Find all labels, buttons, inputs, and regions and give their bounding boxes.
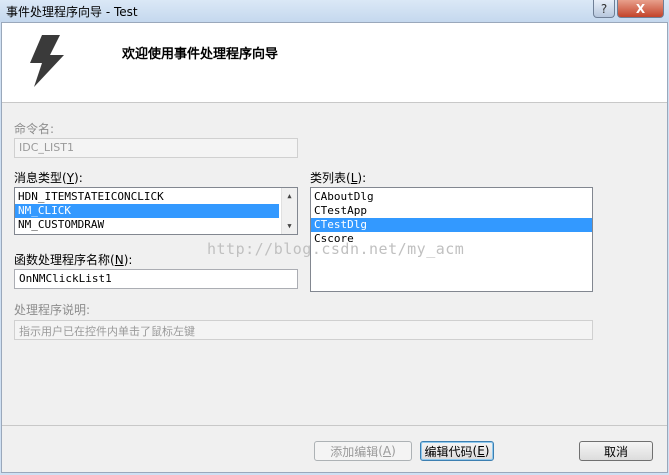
command-name-field: IDC_LIST1 xyxy=(14,138,298,158)
list-item[interactable]: NM_CLICK xyxy=(15,204,279,218)
class-list-label: 类列表(L): xyxy=(310,171,367,185)
command-name-label: 命令名: xyxy=(14,122,55,136)
footer-divider xyxy=(2,425,667,426)
edit-code-label: 编辑代码 xyxy=(424,444,473,459)
message-type-label: 消息类型(Y): xyxy=(14,171,83,185)
list-item[interactable]: CTestDlg xyxy=(311,218,592,232)
description-label: 处理程序说明: xyxy=(14,303,91,317)
list-item[interactable]: CAboutDlg xyxy=(311,190,592,204)
edit-code-button[interactable]: 编辑代码(E) xyxy=(420,441,494,461)
message-type-hotkey: Y xyxy=(66,171,75,185)
add-edit-label: 添加编辑 xyxy=(330,444,379,459)
add-edit-button[interactable]: 添加编辑(A) xyxy=(314,441,412,461)
lightning-bolt-icon xyxy=(30,35,64,87)
cancel-button[interactable]: 取消 xyxy=(579,441,653,461)
handler-name-hotkey: N xyxy=(114,253,124,267)
message-type-label-text: 消息类型 xyxy=(14,171,63,185)
list-item[interactable]: NM_CUSTOMDRAW xyxy=(15,218,297,232)
title-bar: 事件处理程序向导 - Test ? X xyxy=(0,0,669,22)
wizard-header: 欢迎使用事件处理程序向导 xyxy=(2,23,667,103)
add-edit-hotkey: A xyxy=(382,444,392,458)
handler-name-label-text: 函数处理程序名称 xyxy=(14,253,111,267)
wizard-title: 欢迎使用事件处理程序向导 xyxy=(122,47,279,62)
close-button[interactable]: X xyxy=(617,0,664,18)
help-icon: ? xyxy=(600,1,608,16)
handler-name-label: 函数处理程序名称(N): xyxy=(14,253,133,267)
handler-name-input[interactable]: OnNMClickList1 xyxy=(14,269,298,289)
description-field: 指示用户已在控件内单击了鼠标左键 xyxy=(14,320,593,340)
class-list-label-text: 类列表 xyxy=(310,171,347,185)
scroll-up-icon[interactable]: ▲ xyxy=(282,188,297,204)
edit-code-hotkey: E xyxy=(477,444,485,458)
window-title: 事件处理程序向导 - Test xyxy=(6,5,138,19)
list-item[interactable]: CTestApp xyxy=(311,204,592,218)
list-item[interactable]: HDN_ITEMSTATEICONCLICK xyxy=(15,190,297,204)
dialog-body: 欢迎使用事件处理程序向导 命令名: IDC_LIST1 消息类型(Y): HDN… xyxy=(1,22,668,473)
message-type-list[interactable]: HDN_ITEMSTATEICONCLICK NM_CLICK NM_CUSTO… xyxy=(14,187,298,235)
class-list-hotkey: L xyxy=(350,171,358,185)
message-type-scrollbar[interactable]: ▲ ▼ xyxy=(281,188,297,234)
help-button[interactable]: ? xyxy=(593,0,615,18)
watermark-text: http://blog.csdn.net/my_acm xyxy=(207,240,465,258)
scroll-down-icon[interactable]: ▼ xyxy=(282,218,297,234)
close-icon: X xyxy=(635,1,646,16)
